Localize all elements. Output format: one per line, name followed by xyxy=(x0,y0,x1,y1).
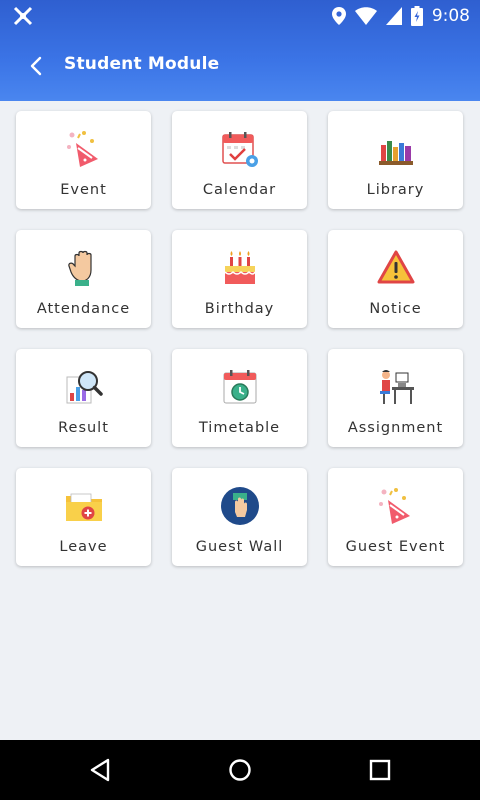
nav-back-button[interactable] xyxy=(85,755,115,785)
module-card-event[interactable]: Event xyxy=(16,111,151,209)
module-card-calendar[interactable]: Calendar xyxy=(172,111,307,209)
warning-icon xyxy=(377,250,414,284)
module-label: Guest Event xyxy=(345,539,446,555)
module-card-birthday[interactable]: Birthday xyxy=(172,230,307,328)
nav-home-button[interactable] xyxy=(225,755,255,785)
folder-plus-icon xyxy=(65,493,102,521)
app-logo-icon xyxy=(13,6,33,26)
module-card-guest-wall[interactable]: Guest Wall xyxy=(172,468,307,566)
app-bar: 9:08 Student Module xyxy=(0,0,480,101)
calendar-icon xyxy=(221,132,258,167)
location-icon xyxy=(331,7,346,25)
module-label: Guest Wall xyxy=(195,539,284,555)
status-bar: 9:08 xyxy=(0,0,480,32)
books-icon xyxy=(378,141,413,165)
square-recents-icon xyxy=(369,759,391,781)
module-label: Result xyxy=(58,420,109,436)
module-card-result[interactable]: Result xyxy=(16,349,151,447)
calendar-clock-icon xyxy=(223,370,256,404)
battery-icon xyxy=(410,6,423,26)
module-label: Library xyxy=(366,182,425,198)
module-label: Assignment xyxy=(347,420,444,436)
module-card-library[interactable]: Library xyxy=(328,111,463,209)
raised-hand-icon xyxy=(67,250,92,286)
party-popper-icon xyxy=(66,131,98,167)
person-at-desk-icon xyxy=(379,370,414,404)
circle-home-icon xyxy=(229,759,251,781)
page-title: Student Module xyxy=(64,54,220,74)
module-card-attendance[interactable]: Attendance xyxy=(16,230,151,328)
hand-badge-icon xyxy=(220,487,259,525)
module-label: Calendar xyxy=(202,182,277,198)
module-card-guest-event[interactable]: Guest Event xyxy=(328,468,463,566)
nav-recents-button[interactable] xyxy=(365,755,395,785)
module-label: Timetable xyxy=(198,420,281,436)
module-label: Event xyxy=(60,182,107,198)
toolbar: Student Module xyxy=(0,32,480,101)
module-card-assignment[interactable]: Assignment xyxy=(328,349,463,447)
module-card-leave[interactable]: Leave xyxy=(16,468,151,566)
module-card-timetable[interactable]: Timetable xyxy=(172,349,307,447)
module-label: Notice xyxy=(369,301,422,317)
triangle-back-icon xyxy=(90,758,110,782)
signal-icon xyxy=(385,7,402,25)
module-label: Birthday xyxy=(204,301,275,317)
party-popper-icon xyxy=(378,488,410,524)
status-time: 9:08 xyxy=(431,6,470,26)
birthday-cake-icon xyxy=(223,251,256,284)
back-arrow-icon xyxy=(30,56,42,76)
back-button[interactable] xyxy=(20,50,52,82)
module-label: Attendance xyxy=(36,301,131,317)
chart-magnifier-icon xyxy=(66,371,103,404)
wifi-icon xyxy=(354,7,377,25)
system-nav-bar xyxy=(0,740,480,800)
module-label: Leave xyxy=(59,539,108,555)
module-card-notice[interactable]: Notice xyxy=(328,230,463,328)
